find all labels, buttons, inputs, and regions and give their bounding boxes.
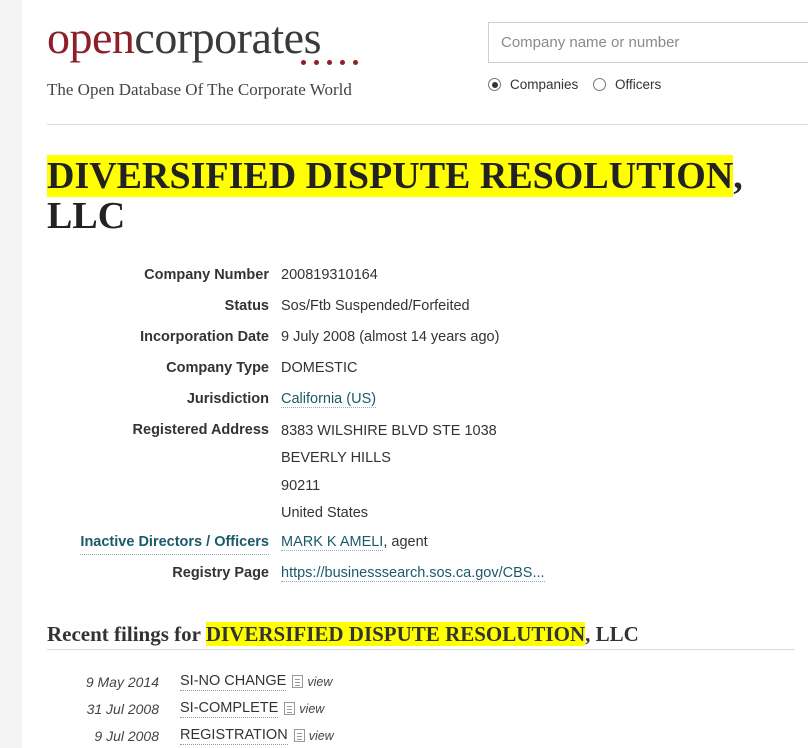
site-tagline: The Open Database Of The Corporate World (47, 80, 352, 99)
officer-name-link[interactable]: MARK K AMELI (281, 534, 384, 551)
attr-label: Status (224, 298, 269, 314)
radio-officers[interactable]: Officers (593, 77, 661, 92)
search-input[interactable] (488, 22, 808, 63)
attr-company-number: Company Number 200819310164 (47, 262, 545, 293)
filing-row: 9 Jul 2008 REGISTRATION view (47, 722, 334, 748)
company-attributes: Company Number 200819310164 Status Sos/F… (47, 262, 545, 591)
radio-button-checked[interactable] (488, 78, 501, 91)
filings-divider (47, 649, 795, 650)
filing-date: 9 May 2014 (85, 673, 159, 690)
radio-officers-label: Officers (615, 77, 662, 92)
radio-companies-label: Companies (510, 77, 579, 92)
attr-label: Company Number (144, 267, 269, 283)
filing-view-link[interactable]: view (299, 702, 324, 716)
attr-registered-address: Registered Address 8383 WILSHIRE BLVD ST… (47, 417, 545, 529)
company-name-highlight: DIVERSIFIED DISPUTE RESOLUTION (47, 155, 734, 197)
logo-dots (301, 60, 358, 65)
registry-page-link[interactable]: https://businesssearch.sos.ca.gov/CBS... (281, 565, 545, 582)
registered-address-value: 8383 WILSHIRE BLVD STE 1038 BEVERLY HILL… (269, 417, 497, 527)
filings-heading-name: DIVERSIFIED DISPUTE RESOLUTION (205, 622, 586, 646)
jurisdiction-link[interactable]: California (US) (281, 391, 377, 408)
filings-heading-suffix: , LLC (585, 622, 639, 646)
attr-value: Sos/Ftb Suspended/Forfeited (281, 298, 470, 314)
attr-value: 9 July 2008 (almost 14 years ago) (281, 329, 500, 345)
filing-row: 9 May 2014 SI-NO CHANGE view (47, 668, 334, 695)
attr-label: Registered Address (132, 422, 269, 438)
filing-title-link[interactable]: SI-COMPLETE (180, 699, 279, 718)
inactive-officers-link[interactable]: Inactive Directors / Officers (80, 529, 269, 555)
address-line: United States (281, 504, 369, 521)
attr-jurisdiction: Jurisdiction California (US) (47, 386, 545, 417)
attr-inactive-officers: Inactive Directors / Officers MARK K AME… (47, 529, 545, 560)
attr-value: California (US) (269, 386, 377, 411)
attr-value: 200819310164 (281, 267, 378, 283)
attr-label: Incorporation Date (140, 329, 269, 345)
address-line: 8383 WILSHIRE BLVD STE 1038 (281, 423, 497, 439)
filing-date: 31 Jul 2008 (86, 700, 159, 717)
attr-label: Jurisdiction (186, 391, 269, 407)
attr-registry-page: Registry Page https://businesssearch.sos… (47, 560, 545, 591)
address-line: 90211 (281, 477, 321, 494)
radio-companies[interactable]: Companies (488, 77, 578, 92)
left-gutter (0, 0, 22, 748)
attr-status: Status Sos/Ftb Suspended/Forfeited (47, 293, 545, 324)
filings-heading-prefix: Recent filings for (47, 622, 206, 646)
attr-label: Company Type (166, 360, 269, 376)
filing-view-link[interactable]: view (307, 675, 332, 689)
radio-button-unchecked[interactable] (593, 78, 606, 91)
officer-role: , agent (383, 534, 428, 550)
opencorporates-logo[interactable]: opencorporates (47, 12, 321, 64)
address-line: BEVERLY HILLS (281, 450, 391, 467)
logo-open-text: open (47, 12, 135, 63)
attr-incorporation-date: Incorporation Date 9 July 2008 (almost 1… (47, 324, 545, 355)
document-icon (292, 675, 304, 688)
filing-title-link[interactable]: REGISTRATION (180, 726, 288, 745)
filings-list: 9 May 2014 SI-NO CHANGE view 31 Jul 2008… (47, 668, 334, 748)
header-divider (47, 124, 808, 125)
attr-label: Registry Page (172, 565, 269, 581)
document-icon (293, 729, 305, 742)
company-title: DIVERSIFIED DISPUTE RESOLUTION, LLC (47, 155, 767, 236)
filing-title-link[interactable]: SI-NO CHANGE (180, 672, 287, 691)
attr-value: https://businesssearch.sos.ca.gov/CBS... (269, 560, 545, 585)
filing-row: 31 Jul 2008 SI-COMPLETE view (47, 695, 334, 722)
attr-company-type: Company Type DOMESTIC (47, 355, 545, 386)
attr-value: DOMESTIC (281, 360, 358, 376)
officer-value: MARK K AMELI, agent (269, 529, 428, 554)
filing-view-link[interactable]: view (309, 729, 334, 743)
logo-corporates-text: corporates (134, 12, 321, 63)
filings-heading: Recent filings for DIVERSIFIED DISPUTE R… (47, 622, 639, 647)
document-icon (284, 702, 296, 715)
filing-date: 9 Jul 2008 (94, 727, 159, 744)
